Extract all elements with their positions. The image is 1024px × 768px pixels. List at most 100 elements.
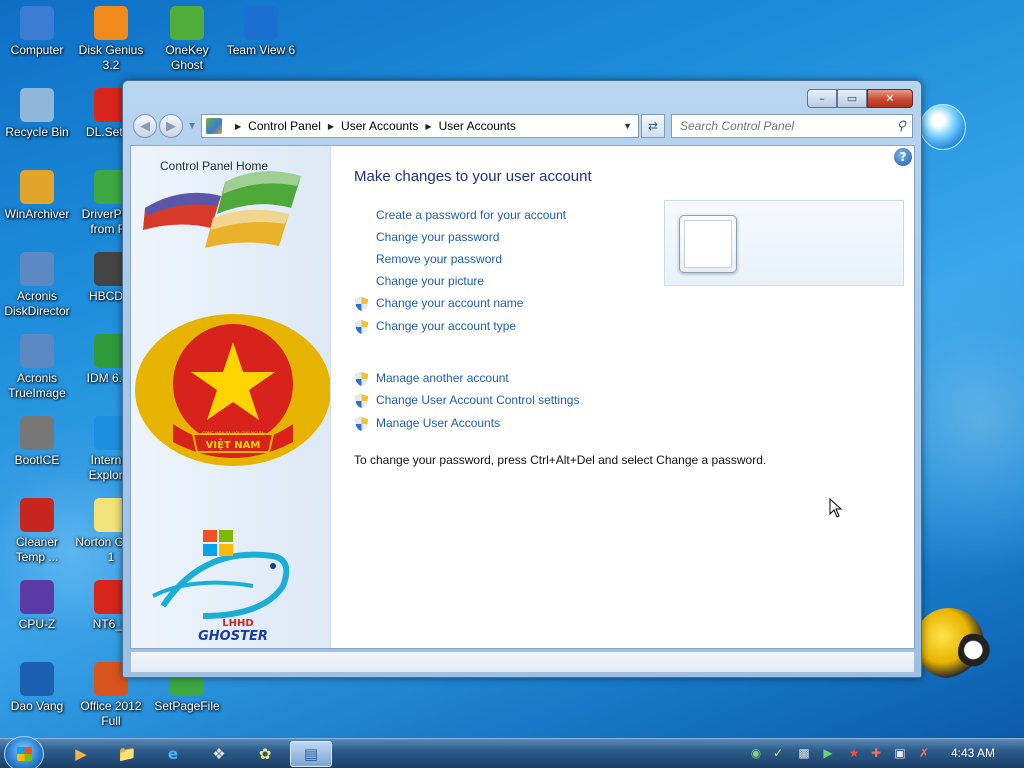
computer-icon [20, 6, 54, 40]
search-icon[interactable]: ⚲ [896, 118, 906, 134]
dao-vang-icon [20, 662, 54, 696]
recent-pages-dropdown[interactable]: ▼ [189, 121, 195, 130]
desktop-shortcut[interactable]: WinArchiver [0, 170, 74, 222]
uac-shield-icon [354, 319, 369, 335]
bootice-icon [20, 416, 54, 450]
password-change-note: To change your password, press Ctrl+Alt+… [354, 453, 767, 467]
task-link[interactable]: Manage User Accounts [376, 416, 500, 430]
desktop-shortcut[interactable]: Team View 6 [224, 6, 298, 58]
task-link[interactable]: Change your account type [376, 319, 516, 333]
start-button[interactable] [4, 736, 44, 768]
breadcrumb-user-accounts-current[interactable]: User Accounts [439, 119, 516, 133]
taskbar: ▶ 📁 e ❖ ✿ ▤ ◉ ✓ ▩ ▶ ★ ✚ ▣ ✗ 4:43 AM [0, 736, 1024, 768]
desktop-shortcut-label: SetPageFile [154, 699, 220, 713]
control-panel-window: – ▭ ✕ ◀ ▶ ▼ ▶ Control Panel ▶ User Accou… [122, 80, 922, 678]
emblem-text: VIỆT NAM [206, 438, 261, 451]
shield-tray-icon[interactable]: ✓ [770, 745, 786, 761]
desktop-shortcut[interactable]: CPU-Z [0, 580, 74, 632]
breadcrumb-control-panel[interactable]: Control Panel [248, 119, 321, 133]
mouse-cursor-icon [829, 498, 843, 518]
user-picture[interactable] [679, 215, 737, 273]
uac-shield-icon [354, 296, 369, 312]
desktop-shortcut[interactable]: Cleaner Temp ... [0, 498, 74, 565]
main-pane: Make changes to your user account Create… [354, 146, 914, 646]
onekey-ghost-icon [170, 6, 204, 40]
close-button[interactable]: ✕ [867, 89, 913, 108]
search-input[interactable] [680, 119, 880, 133]
ccleaner-icon [20, 498, 54, 532]
wallpaper-fish [958, 632, 992, 672]
breadcrumb-user-accounts[interactable]: User Accounts [341, 119, 418, 133]
desktop-shortcut[interactable]: Recycle Bin [0, 88, 74, 140]
desktop-shortcut-label: WinArchiver [4, 207, 70, 221]
play-icon[interactable]: ▶ [820, 745, 836, 761]
forward-button[interactable]: ▶ [159, 114, 183, 138]
volume-muted-icon[interactable]: ✗ [916, 745, 932, 761]
desktop-shortcut-label: Computer [10, 43, 64, 57]
desktop-shortcut[interactable]: Acronis TrueImage [0, 334, 74, 401]
internet-explorer-icon[interactable]: e [152, 741, 194, 767]
desktop-shortcut[interactable]: Dao Vang [0, 662, 74, 714]
explorer-icon[interactable]: 📁 [106, 741, 148, 767]
desktop-shortcut-label: Disk Genius 3.2 [78, 43, 144, 72]
breadcrumb-arrow-icon[interactable]: ▶ [235, 122, 241, 131]
address-bar[interactable]: ▶ Control Panel ▶ User Accounts ▶ User A… [201, 114, 639, 138]
network-icon[interactable]: ◉ [748, 745, 764, 761]
task-link[interactable]: Manage another account [376, 371, 509, 385]
desktop-shortcut-label: Team View 6 [226, 43, 296, 57]
uac-shield-icon [354, 371, 369, 387]
task-link[interactable]: Change User Account Control settings [376, 393, 579, 407]
desktop-shortcut-label: Acronis DiskDirector [4, 289, 70, 318]
emblem-ring-text: CỘNG HÒA XÃ HỘI CHỦ NGHĨA [202, 431, 264, 436]
search-box[interactable]: ⚲ [671, 114, 913, 138]
breadcrumb-arrow-icon[interactable]: ▶ [328, 122, 334, 131]
paint-icon[interactable]: ❖ [198, 741, 240, 767]
desktop-shortcut[interactable]: Acronis DiskDirector [0, 252, 74, 319]
security-tray-icon[interactable]: ✚ [868, 745, 884, 761]
lhhd-ghoster-logo: LHHD GHOSTER [152, 530, 290, 644]
media-player-icon[interactable]: ▶ [60, 741, 102, 767]
desktop-shortcut[interactable]: OneKey Ghost [150, 6, 224, 73]
desktop-shortcut[interactable]: Computer [0, 6, 74, 58]
desktop-shortcut[interactable]: BootICE [0, 416, 74, 468]
desktop-shortcut-label: Office 2012 Full [80, 699, 142, 728]
vietnam-emblem-image: VIỆT NAM CỘNG HÒA XÃ HỘI CHỦ NGHĨA [135, 314, 330, 466]
winarchiver-icon [20, 170, 54, 204]
desktop-shortcut-label: Dao Vang [10, 699, 64, 713]
back-button[interactable]: ◀ [133, 114, 157, 138]
display-icon[interactable]: ▣ [892, 745, 908, 761]
vietnam-flag-icon[interactable]: ★ [846, 745, 862, 761]
task-link[interactable]: Change your picture [376, 274, 484, 288]
desktop-shortcut-label: Recycle Bin [5, 125, 69, 139]
uac-shield-icon [354, 393, 369, 409]
ghost-icon[interactable]: ✿ [244, 741, 286, 767]
desktop-shortcut-label: Cleaner Temp ... [15, 535, 59, 564]
logo-text-top: LHHD [222, 618, 253, 629]
task-link[interactable]: Create a password for your account [376, 208, 566, 222]
task-link[interactable]: Change your account name [376, 296, 523, 310]
refresh-button[interactable]: ⇄ [641, 114, 665, 138]
control-panel-home-link[interactable]: Control Panel Home [160, 159, 268, 173]
page-title: Make changes to your user account [354, 168, 592, 185]
address-history-dropdown-icon[interactable]: ▼ [623, 121, 632, 131]
acronis-diskdirector-icon [20, 252, 54, 286]
wallpaper-bubble-logo [920, 104, 966, 150]
logo-text-bottom: GHOSTER [198, 629, 268, 644]
storage-icon[interactable]: ▩ [796, 745, 812, 761]
desktop-shortcut-label: CPU-Z [18, 617, 56, 631]
control-panel-icon [206, 118, 222, 134]
clock[interactable]: 4:43 AM [940, 746, 1006, 760]
maximize-button[interactable]: ▭ [837, 89, 867, 108]
navigation-bar: ◀ ▶ ▼ ▶ Control Panel ▶ User Accounts ▶ … [131, 113, 915, 139]
recycle-bin-icon [20, 88, 54, 122]
task-link[interactable]: Remove your password [376, 252, 502, 266]
desktop-shortcut[interactable]: Disk Genius 3.2 [74, 6, 148, 73]
control-panel-taskbar-button[interactable]: ▤ [290, 741, 332, 767]
left-navigation-pane: Control Panel Home VIỆT NAM CỘNG HÒA XÃ … [131, 146, 331, 648]
task-link[interactable]: Change your password [376, 230, 499, 244]
uac-shield-icon [354, 416, 369, 432]
teamviewer-icon [244, 6, 278, 40]
breadcrumb-arrow-icon[interactable]: ▶ [425, 122, 431, 131]
minimize-button[interactable]: – [807, 89, 837, 108]
cpu-z-icon [20, 580, 54, 614]
